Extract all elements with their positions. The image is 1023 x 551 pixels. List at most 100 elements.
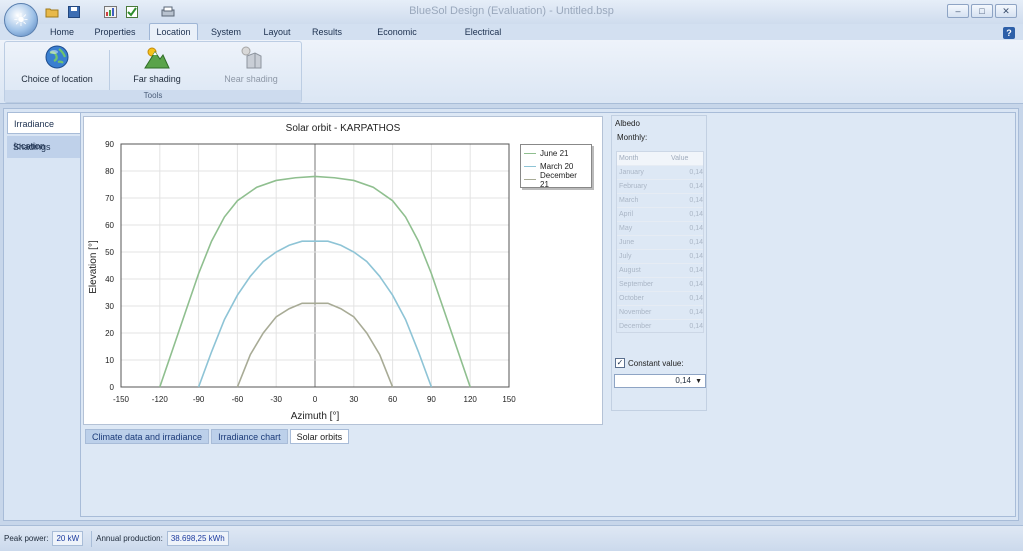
table-row: November 0,14 xyxy=(617,305,703,319)
content-panel: Solar orbit - KARPATHOS -150 -120 -90 -60 -3… xyxy=(80,112,1016,517)
work-area: Irradiance location Shadings Solar orbit… xyxy=(3,108,1019,521)
table-row: April 0,14 xyxy=(617,207,703,221)
maximize-icon: □ xyxy=(979,6,985,16)
month-name: October xyxy=(619,295,644,302)
y-axis-label: Elevation [°] xyxy=(88,240,99,294)
tab-results[interactable]: Results xyxy=(309,24,345,40)
header-month: Month xyxy=(619,155,639,162)
chart-legend: June 21 March 20 December 21 xyxy=(520,144,592,189)
y-tick-label: 20 xyxy=(105,329,114,338)
month-name: June xyxy=(619,239,635,246)
ribbon-tabs: Home Properties Location System Layout R… xyxy=(0,23,1023,53)
table-row: August 0,14 xyxy=(617,263,703,277)
x-tick-label: 90 xyxy=(427,395,436,404)
y-tick-label: 40 xyxy=(105,275,114,284)
y-tick-label: 0 xyxy=(110,383,115,392)
month-name: April xyxy=(619,211,634,218)
sun-logo-icon: ☀ xyxy=(12,10,30,30)
constant-value-checkbox[interactable]: ✓ xyxy=(615,358,625,368)
x-tick-label: 0 xyxy=(313,395,318,404)
month-name: July xyxy=(619,253,632,260)
peak-power-value: 20 kW xyxy=(52,531,84,546)
x-tick-label: 60 xyxy=(388,395,397,404)
app-menu-button[interactable]: ☀ xyxy=(4,3,38,37)
table-row: May 0,14 xyxy=(617,221,703,235)
month-name: March xyxy=(619,197,639,204)
help-button[interactable]: ? xyxy=(1003,27,1015,39)
minimize-button[interactable]: – xyxy=(947,4,969,18)
tools-group: Choice of location Far shading Near shad… xyxy=(4,41,302,103)
far-shading-button[interactable]: Far shading xyxy=(117,44,197,88)
constant-value-text: 0,14 xyxy=(675,376,691,385)
tab-properties[interactable]: Properties xyxy=(92,24,138,40)
table-header: Month Value xyxy=(617,152,703,165)
y-tick-label: 30 xyxy=(105,302,114,311)
table-row: February 0,14 xyxy=(617,179,703,193)
albedo-title: Albedo xyxy=(615,119,640,128)
table-row: September 0,14 xyxy=(617,277,703,291)
albedo-group: Albedo Monthly: Month Value January 0,14 F… xyxy=(611,115,707,411)
table-row: December 0,14 xyxy=(617,319,703,333)
status-bar: Peak power: 20 kW Annual production: 38.… xyxy=(0,525,1023,551)
tab-economic-analysis[interactable]: Economic analysis xyxy=(360,24,434,53)
x-tick-label: 120 xyxy=(464,395,478,404)
tab-layout[interactable]: Layout xyxy=(259,24,295,40)
legend-swatch xyxy=(524,166,536,167)
maximize-button[interactable]: □ xyxy=(971,4,993,18)
month-name: September xyxy=(619,281,654,288)
x-tick-label: -60 xyxy=(232,395,244,404)
month-name: November xyxy=(619,309,652,316)
month-value: 0,14 xyxy=(689,295,703,302)
x-axis-label: Azimuth [°] xyxy=(291,411,340,422)
legend-label: December 21 xyxy=(540,170,577,189)
mountain-sun-icon xyxy=(144,44,170,70)
tab-system[interactable]: System xyxy=(208,24,244,40)
x-tick-label: -90 xyxy=(193,395,205,404)
y-tick-label: 10 xyxy=(105,356,114,365)
monthly-label: Monthly: xyxy=(617,133,648,142)
bottom-tabs: Climate data and irradiance Irradiance c… xyxy=(85,429,350,444)
choice-of-location-button[interactable]: Choice of location xyxy=(15,44,99,88)
monthly-albedo-table: Month Value January 0,14 February 0,14 March… xyxy=(616,151,704,333)
table-row: October 0,14 xyxy=(617,291,703,305)
solar-orbit-chart: Solar orbit - KARPATHOS -150 -120 -90 -60 -3… xyxy=(83,116,603,425)
close-icon: ✕ xyxy=(1002,5,1010,16)
tab-irradiance-chart[interactable]: Irradiance chart xyxy=(211,429,288,444)
tab-location[interactable]: Location xyxy=(149,23,198,41)
month-value: 0,14 xyxy=(689,253,703,260)
tab-electrical-scheme[interactable]: Electrical scheme xyxy=(448,24,518,53)
header-value: Value xyxy=(671,155,689,162)
ribbon-separator xyxy=(109,50,110,90)
building-sun-icon xyxy=(238,44,264,70)
close-button[interactable]: ✕ xyxy=(995,4,1017,18)
month-name: December xyxy=(619,323,652,330)
ribbon: Choice of location Far shading Near shad… xyxy=(0,40,1023,104)
tab-solar-orbits[interactable]: Solar orbits xyxy=(289,429,350,444)
month-name: February xyxy=(619,183,648,190)
tools-group-label: Tools xyxy=(5,90,301,102)
x-tick-label: 150 xyxy=(502,395,516,404)
near-shading-button[interactable]: Near shading xyxy=(211,44,291,88)
side-tab-shadings[interactable]: Shadings xyxy=(7,136,82,158)
far-shading-label: Far shading xyxy=(133,74,181,84)
status-separator xyxy=(91,530,93,547)
legend-label: June 21 xyxy=(540,149,569,158)
side-tab-irradiance-location[interactable]: Irradiance location xyxy=(7,112,82,151)
month-name: August xyxy=(619,267,641,274)
month-value: 0,14 xyxy=(689,169,703,176)
annual-production-value: 38.698,25 kWh xyxy=(166,531,229,546)
chevron-down-icon: ▼ xyxy=(695,378,702,385)
title-bar: BlueSol Design (Evaluation) - Untitled.b… xyxy=(0,0,1023,24)
side-tabs: Irradiance location Shadings xyxy=(7,112,82,160)
constant-value-select[interactable]: 0,14 ▼ xyxy=(614,374,706,388)
legend-item-june-21: June 21 xyxy=(524,147,588,160)
x-tick-label: 30 xyxy=(349,395,358,404)
y-tick-label: 70 xyxy=(105,194,114,203)
tab-home[interactable]: Home xyxy=(46,24,78,40)
tab-climate-data[interactable]: Climate data and irradiance xyxy=(85,429,210,444)
annual-production-label: Annual production: xyxy=(96,534,163,543)
y-tick-label: 60 xyxy=(105,221,114,230)
month-value: 0,14 xyxy=(689,323,703,330)
month-name: January xyxy=(619,169,644,176)
window-controls: – □ ✕ xyxy=(947,4,1017,18)
